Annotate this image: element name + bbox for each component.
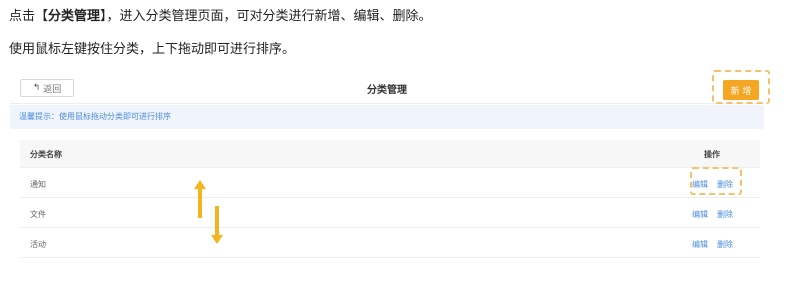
category-management-panel: ↰ 返回 分类管理 新 增 温馨提示：使用鼠标拖动分类即可进行排序 分类名称 操… bbox=[10, 70, 770, 262]
category-name: 通知 bbox=[30, 180, 46, 189]
tip-banner: 温馨提示：使用鼠标拖动分类即可进行排序 bbox=[10, 105, 764, 129]
table-row[interactable]: 通知 编辑 删除 bbox=[20, 168, 760, 198]
table-row[interactable]: 文件 编辑 删除 bbox=[20, 198, 760, 228]
table-row[interactable]: 活动 编辑 删除 bbox=[20, 228, 760, 258]
edit-link[interactable]: 编辑 bbox=[692, 179, 708, 190]
instruction-line-1: 点击【分类管理】，进入分类管理页面，可对分类进行新增、编辑、删除。 bbox=[9, 5, 432, 24]
table-header: 分类名称 操作 bbox=[20, 140, 760, 168]
page-title: 分类管理 bbox=[367, 85, 407, 96]
delete-link[interactable]: 删除 bbox=[717, 209, 733, 220]
delete-link[interactable]: 删除 bbox=[717, 239, 733, 250]
add-category-button[interactable]: 新 增 bbox=[723, 80, 759, 100]
instruction-line-2: 使用鼠标左键按住分类，上下拖动即可进行排序。 bbox=[9, 42, 296, 57]
bracket-open: 点击【 bbox=[9, 9, 49, 24]
category-name: 活动 bbox=[30, 240, 46, 249]
edit-link[interactable]: 编辑 bbox=[692, 239, 708, 250]
category-table: 分类名称 操作 通知 编辑 删除 文件 编辑 删除 活动 编辑 删除 bbox=[20, 140, 760, 258]
header-bar: ↰ 返回 分类管理 新 增 bbox=[10, 70, 770, 104]
delete-link[interactable]: 删除 bbox=[717, 179, 733, 190]
edit-link[interactable]: 编辑 bbox=[692, 209, 708, 220]
category-name: 文件 bbox=[30, 210, 46, 219]
column-header-ops: 操作 bbox=[704, 150, 720, 159]
instruction-text: ，进入分类管理页面，可对分类进行新增、编辑、删除。 bbox=[106, 9, 432, 24]
menu-name-highlight: 分类管理 bbox=[48, 9, 101, 24]
column-header-name: 分类名称 bbox=[30, 150, 62, 159]
